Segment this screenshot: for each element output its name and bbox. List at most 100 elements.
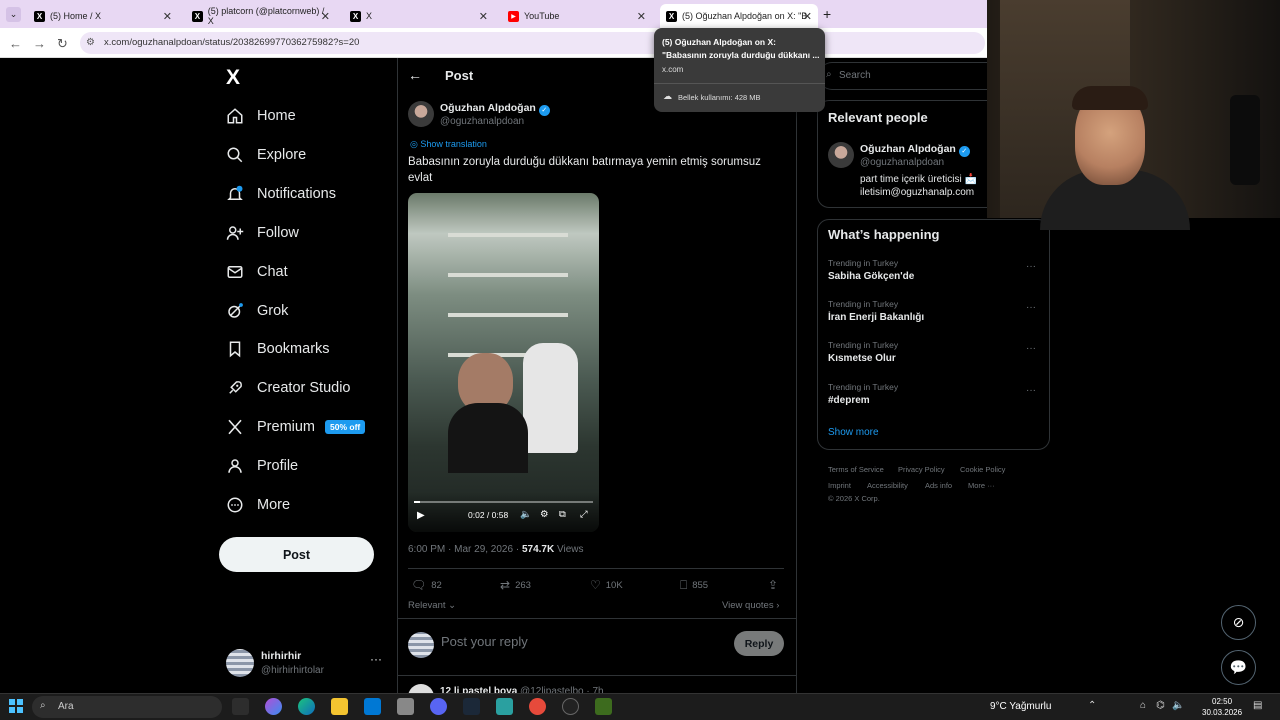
file-explorer-icon[interactable] [331, 698, 348, 715]
browser-tab[interactable]: X (5) Home / X ✕ [28, 4, 178, 28]
chevron-up-icon[interactable]: ⌃ [1088, 700, 1096, 711]
volume-icon[interactable]: 🔈 [1172, 700, 1184, 711]
sidebar-item-home[interactable]: Home [226, 104, 296, 128]
app-icon[interactable] [397, 698, 414, 715]
browser-tab-active[interactable]: X (5) Oğuzhan Alpdoğan on X: "B ✕ [660, 4, 818, 28]
webcam-microphone [1230, 95, 1260, 185]
pip-icon[interactable]: ⧉ [559, 509, 566, 520]
more-icon[interactable]: ··· [370, 652, 382, 666]
app-icon[interactable] [496, 698, 513, 715]
forward-icon[interactable]: → [33, 36, 46, 51]
footer-link[interactable]: Accessibility [867, 481, 908, 490]
relevant-person-name[interactable]: Oğuzhan Alpdoğan ✓ [860, 143, 970, 157]
footer-link[interactable]: More ··· [968, 481, 995, 490]
sidebar-item-explore[interactable]: Explore [226, 143, 306, 167]
repost-action[interactable]: ⇄ 263 [500, 578, 531, 592]
app-icon[interactable] [595, 698, 612, 715]
footer-link[interactable]: Cookie Policy [960, 465, 1005, 474]
settings-icon[interactable]: ⚙ [540, 509, 549, 520]
copilot-icon[interactable] [265, 698, 282, 715]
browser-tab[interactable]: X X ✕ [344, 4, 494, 28]
trend-item[interactable]: #deprem [828, 395, 870, 406]
more-icon[interactable]: ··· [1026, 302, 1036, 313]
notifications-icon[interactable]: ▤ [1253, 700, 1262, 711]
share-action[interactable]: ⇪ [768, 578, 783, 592]
sidebar-item-more[interactable]: More [226, 493, 290, 517]
obs-icon[interactable] [562, 698, 579, 715]
bookmark-action[interactable]: ⎕ 855 [680, 578, 708, 593]
outlook-icon[interactable] [364, 698, 381, 715]
search-input[interactable]: Search [839, 70, 871, 81]
like-action[interactable]: ♡ 10K [590, 578, 623, 592]
task-view-icon[interactable] [232, 698, 249, 715]
footer-link[interactable]: Terms of Service [828, 465, 884, 474]
network-icon[interactable]: ⌬ [1156, 700, 1165, 711]
sidebar-item-bookmarks[interactable]: Bookmarks [226, 337, 330, 361]
close-tab-icon[interactable]: ✕ [803, 10, 812, 23]
footer-link[interactable]: Imprint [828, 481, 851, 490]
volume-icon[interactable]: 🔈 [520, 509, 532, 520]
show-more-link[interactable]: Show more [828, 427, 879, 438]
sidebar-item-premium[interactable]: Premium 50% off [226, 415, 366, 439]
video-progress-bar[interactable] [414, 501, 593, 503]
trend-item[interactable]: İran Enerji Bakanlığı [828, 312, 924, 323]
sidebar-item-creator-studio[interactable]: Creator Studio [226, 376, 351, 400]
more-icon[interactable]: ··· [1026, 261, 1036, 272]
edge-icon[interactable] [298, 698, 315, 715]
video-player[interactable]: ▶ 0:02 / 0:58 🔈 ⚙ ⧉ ⤢ [408, 193, 599, 532]
author-name[interactable]: Oğuzhan Alpdoğan ✓ [440, 102, 550, 116]
url-text[interactable]: x.com/oguzhanalpdoan/status/203826997703… [104, 37, 359, 48]
x-logo-icon[interactable]: X [226, 66, 240, 90]
browser-tab[interactable]: X (5) platcorn (@platcornweb) / X ✕ [186, 4, 336, 28]
new-tab-button[interactable]: + [823, 6, 831, 22]
close-tab-icon[interactable]: ✕ [163, 10, 172, 23]
tray-icon[interactable]: ⌂ [1140, 700, 1146, 711]
author-avatar[interactable] [408, 101, 434, 127]
back-arrow-icon[interactable]: ← [408, 67, 422, 83]
sidebar-item-profile[interactable]: Profile [226, 454, 298, 478]
copyright: © 2026 X Corp. [828, 494, 880, 503]
site-info-icon[interactable]: ⚙ [86, 37, 95, 48]
view-quotes-link[interactable]: View quotes › [722, 600, 779, 611]
sidebar-item-follow[interactable]: Follow [226, 221, 299, 245]
footer-link[interactable]: Ads info [925, 481, 952, 490]
reply-sort-dropdown[interactable]: Relevant ⌄ [408, 600, 456, 611]
sidebar-item-notifications[interactable]: Notifications [226, 182, 336, 206]
close-tab-icon[interactable]: ✕ [479, 10, 488, 23]
reload-icon[interactable]: ↻ [57, 36, 68, 52]
play-icon[interactable]: ▶ [417, 510, 425, 521]
tab-list-button[interactable]: ⌄ [6, 7, 21, 22]
discord-icon[interactable] [430, 698, 447, 715]
avatar[interactable] [828, 142, 854, 168]
more-icon[interactable]: ··· [1026, 343, 1036, 354]
close-tab-icon[interactable]: ✕ [321, 10, 330, 23]
relevant-person-handle[interactable]: @oguzhanalpdoan [860, 157, 944, 168]
steam-icon[interactable] [463, 698, 480, 715]
reply-action[interactable]: 🗨 82 [411, 578, 442, 592]
back-icon[interactable]: ← [9, 36, 22, 51]
reply-input[interactable]: Post your reply [441, 634, 528, 649]
sidebar-item-grok[interactable]: Grok [226, 299, 288, 323]
chat-fab-button[interactable]: 💬 [1221, 650, 1256, 685]
reply-button[interactable]: Reply [734, 631, 784, 656]
account-switcher[interactable]: hirhirhir @hirhirhirtolar ··· [226, 648, 386, 680]
browser-tab[interactable]: ▶ YouTube ✕ [502, 4, 652, 28]
whats-happening-title: What’s happening [828, 227, 940, 242]
more-icon[interactable]: ··· [1026, 385, 1036, 396]
close-tab-icon[interactable]: ✕ [637, 10, 646, 23]
grok-fab-button[interactable]: ⊘ [1221, 605, 1256, 640]
weather-widget[interactable]: 9°C Yağmurlu [990, 701, 1051, 712]
post-button[interactable]: Post [219, 537, 374, 572]
sidebar-item-chat[interactable]: Chat [226, 260, 288, 284]
author-handle[interactable]: @oguzhanalpdoan [440, 116, 524, 127]
taskbar-search-input[interactable]: Ara [58, 701, 74, 712]
trend-item[interactable]: Kısmetse Olur [828, 353, 896, 364]
fullscreen-icon[interactable]: ⤢ [580, 509, 588, 520]
footer-link[interactable]: Privacy Policy [898, 465, 945, 474]
show-translation-link[interactable]: ◎ Show translation [410, 139, 487, 150]
windows-start-icon[interactable] [9, 699, 23, 713]
relevant-person-bio: part time içerik üreticisi 📩 iletisim@og… [860, 174, 977, 198]
taskbar-clock[interactable]: 02:50 30.03.2026 [1202, 696, 1242, 718]
chrome-icon[interactable] [529, 698, 546, 715]
trend-item[interactable]: Sabiha Gökçen'de [828, 271, 914, 282]
